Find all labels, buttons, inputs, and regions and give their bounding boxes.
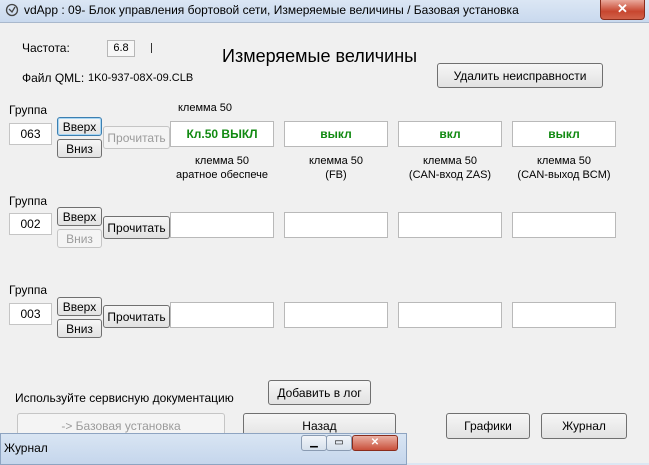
file-qml-label: Файл QML: (22, 71, 85, 85)
group-2-value-4 (512, 212, 616, 238)
journal-close-icon[interactable]: ✕ (352, 435, 398, 451)
group-2-value-2 (284, 212, 388, 238)
group-3-up-button[interactable]: Вверх (57, 297, 102, 316)
group-1-caption-3-line-1: клемма 50 (422, 155, 477, 167)
group-1-label: Группа (9, 103, 48, 117)
group-2-label: Группа (9, 194, 48, 208)
group-3-label: Группа (9, 283, 48, 297)
group-1-value-2: выкл (284, 121, 388, 147)
group-3-value-1 (170, 302, 274, 328)
group-3-number[interactable]: 003 (9, 303, 52, 325)
group-1-caption-4-line-1: клемма 50 (536, 155, 591, 167)
frequency-value: 6.8 (107, 40, 135, 57)
group-1-value-1: Кл.50 ВЫКЛ (170, 121, 274, 147)
group-1-caption-1-line-1: клемма 50 (194, 155, 249, 167)
group-3-value-4 (512, 302, 616, 328)
service-doc-hint: Используйте сервисную документацию (15, 391, 234, 405)
group-3-down-button[interactable]: Вниз (57, 319, 102, 338)
group-1-caption-1-line-2: аратное обеспече (176, 169, 268, 181)
graphs-button[interactable]: Графики (446, 413, 530, 439)
group-3-read-button[interactable]: Прочитать (103, 305, 170, 328)
journal-window-title: Журнал (4, 441, 48, 455)
maximize-icon[interactable]: ▭ (326, 435, 352, 451)
group-1-heading: клемма 50 (178, 102, 233, 114)
frequency-label: Частота: (22, 41, 70, 55)
group-1-up-button[interactable]: Вверх (57, 117, 102, 136)
title-bar[interactable]: vdApp : 09- Блок управления бортовой сет… (0, 0, 649, 23)
group-1-caption-2-line-2: (FB) (325, 169, 347, 181)
file-qml-value: 1K0-937-08X-09.CLB (88, 72, 194, 84)
frequency-indicator (151, 43, 152, 53)
delete-faults-button[interactable]: Удалить неисправности (437, 63, 603, 88)
window-close-button[interactable]: ✕ (600, 0, 645, 20)
page-title: Измеряемые величины (222, 46, 418, 66)
add-to-log-button[interactable]: Добавить в лог (268, 380, 371, 405)
group-1-down-button[interactable]: Вниз (57, 139, 102, 158)
group-2-down-button[interactable]: Вниз (57, 229, 102, 248)
group-1-number[interactable]: 063 (9, 123, 52, 145)
journal-window-titlebar[interactable]: Журнал ▁ ▭ ✕ (0, 433, 407, 465)
group-1-value-4: выкл (512, 121, 616, 147)
group-1-read-button[interactable]: Прочитать (103, 126, 170, 149)
group-2-up-button[interactable]: Вверх (57, 207, 102, 226)
minimize-icon[interactable]: ▁ (301, 435, 327, 451)
group-3-value-2 (284, 302, 388, 328)
group-1-caption-3-line-2: (CAN-вход ZAS) (408, 169, 492, 181)
main-window: vdApp : 09- Блок управления бортовой сет… (0, 0, 649, 465)
group-2-read-button[interactable]: Прочитать (103, 216, 170, 239)
app-icon (5, 3, 19, 17)
group-3-value-3 (398, 302, 502, 328)
group-2-value-3 (398, 212, 502, 238)
group-2-number[interactable]: 002 (9, 213, 52, 235)
group-2-value-1 (170, 212, 274, 238)
group-1-caption-2-line-1: клемма 50 (308, 155, 363, 167)
journal-button[interactable]: Журнал (541, 413, 627, 439)
group-1-caption-4-line-2: (CAN-выход BCM) (517, 169, 611, 181)
window-title: vdApp : 09- Блок управления бортовой сет… (24, 3, 519, 17)
group-1-value-3: вкл (398, 121, 502, 147)
